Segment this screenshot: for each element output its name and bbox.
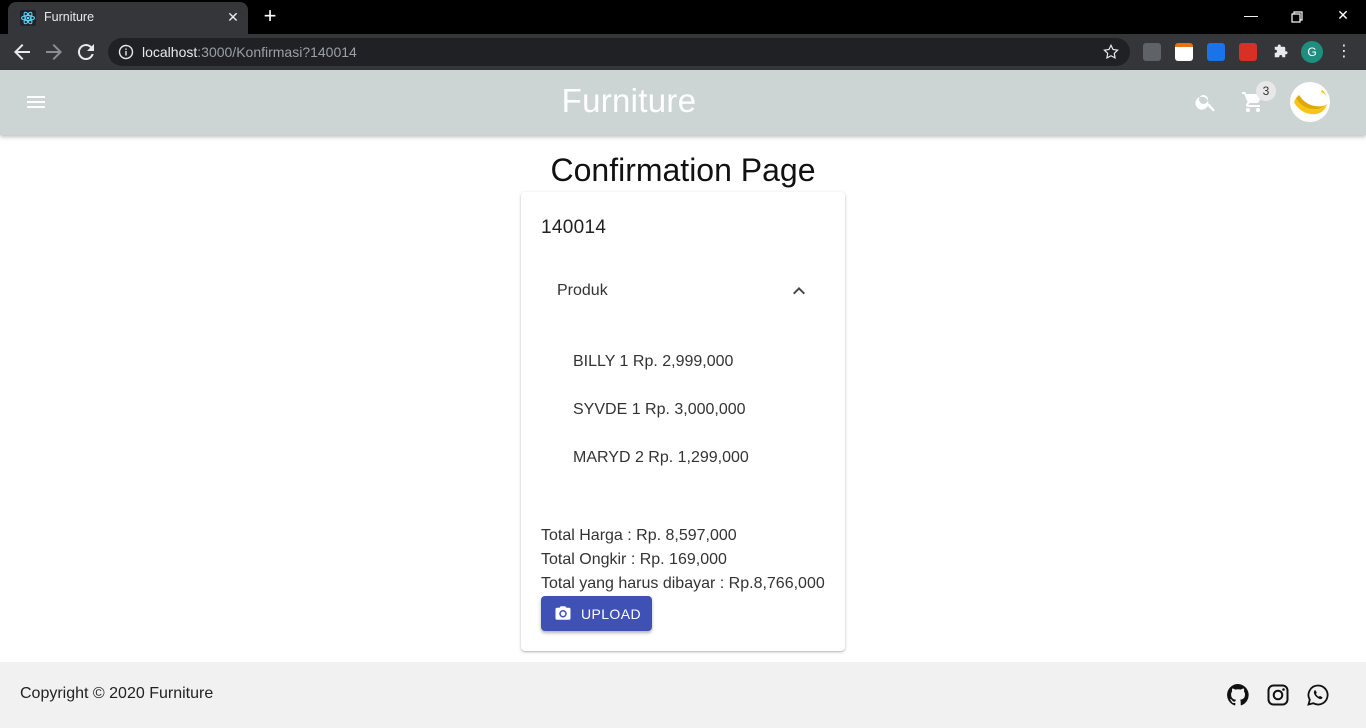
confirmation-card: 140014 Produk BILLY 1 Rp. 2,999,000 SYVD…	[521, 192, 845, 651]
back-arrow-icon[interactable]	[10, 40, 34, 64]
address-bar[interactable]: localhost:3000/Konfirmasi?140014	[108, 38, 1130, 66]
close-window-icon[interactable]: ✕	[1320, 0, 1366, 34]
list-item: SYVDE 1 Rp. 3,000,000	[573, 401, 746, 418]
minimize-icon[interactable]: —	[1228, 0, 1274, 34]
extension-calendar-icon[interactable]	[1175, 43, 1193, 61]
browser-tab[interactable]: Furniture ✕	[8, 2, 248, 34]
extension-grid-icon[interactable]	[1207, 43, 1225, 61]
page-title: Confirmation Page	[550, 152, 816, 188]
extensions-puzzle-icon[interactable]	[1271, 43, 1289, 61]
total-price: Total Harga : Rp. 8,597,000	[541, 527, 737, 544]
react-icon	[20, 10, 36, 26]
product-list: BILLY 1 Rp. 2,999,000 SYVDE 1 Rp. 3,000,…	[573, 352, 749, 496]
list-item: BILLY 1 Rp. 2,999,000	[573, 353, 734, 370]
cart-count-badge: 3	[1256, 81, 1276, 101]
upload-button[interactable]: UPLOAD	[541, 596, 652, 631]
url-text: localhost:3000/Konfirmasi?140014	[142, 44, 357, 60]
total-shipping: Total Ongkir : Rp. 169,000	[541, 551, 727, 568]
info-icon[interactable]	[118, 44, 134, 60]
restore-icon[interactable]	[1274, 0, 1320, 34]
close-tab-icon[interactable]: ✕	[224, 8, 242, 26]
order-summary: Total Harga : Rp. 8,597,000 Total Ongkir…	[541, 524, 825, 596]
browser-menu-icon[interactable]: ⋮	[1336, 42, 1352, 62]
user-avatar[interactable]	[1290, 82, 1330, 122]
bookmark-star-icon[interactable]	[1102, 43, 1120, 61]
produk-label: Produk	[557, 282, 608, 299]
search-icon[interactable]	[1194, 90, 1218, 114]
browser-tab-bar: Furniture ✕ + — ✕	[0, 0, 1366, 34]
instagram-icon[interactable]	[1266, 683, 1290, 707]
profile-avatar[interactable]: G	[1301, 41, 1323, 63]
reload-icon[interactable]	[74, 40, 98, 64]
forward-arrow-icon[interactable]	[42, 40, 66, 64]
copyright-text: Copyright © 2020 Furniture	[20, 685, 214, 702]
footer: Copyright © 2020 Furniture	[0, 662, 1366, 728]
order-id: 140014	[541, 217, 607, 238]
whatsapp-icon[interactable]	[1306, 683, 1330, 707]
extension-red-icon[interactable]	[1239, 43, 1257, 61]
upload-label: UPLOAD	[581, 606, 641, 622]
total-due: Total yang harus dibayar : Rp.8,766,000	[541, 575, 825, 592]
browser-toolbar: localhost:3000/Konfirmasi?140014 G ⋮	[0, 34, 1366, 70]
github-icon[interactable]	[1226, 683, 1250, 707]
url-path: :3000/Konfirmasi?140014	[197, 44, 357, 60]
extension-gray-icon[interactable]	[1143, 43, 1161, 61]
brand-title[interactable]: Furniture	[0, 82, 1258, 120]
banana-icon	[1294, 90, 1327, 115]
produk-accordion-header[interactable]: Produk	[541, 266, 825, 316]
chevron-up-icon[interactable]	[787, 279, 811, 303]
url-host: localhost	[142, 44, 198, 60]
app-bar: Furniture	[0, 70, 1366, 135]
list-item: MARYD 2 Rp. 1,299,000	[573, 449, 749, 466]
tab-title: Furniture	[44, 10, 95, 24]
new-tab-button[interactable]: +	[258, 5, 282, 29]
camera-icon	[555, 606, 571, 620]
